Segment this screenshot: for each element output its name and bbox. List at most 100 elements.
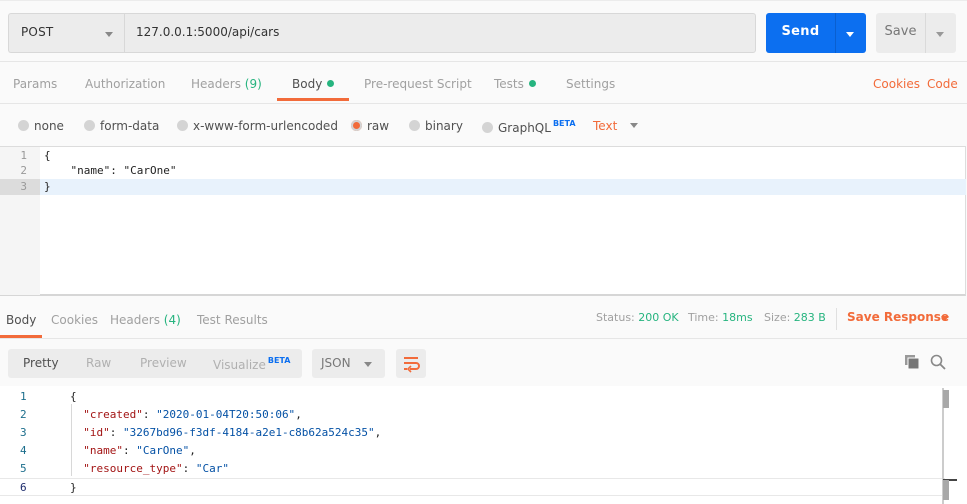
view-label: Visualize	[213, 358, 266, 372]
radio-circle-icon	[18, 120, 29, 131]
tab-body[interactable]: Body	[292, 77, 335, 91]
json-value: "Car"	[195, 462, 229, 475]
raw-format-select[interactable]: Text	[593, 119, 617, 133]
time-readout: Time: 18ms	[688, 311, 753, 324]
punct: ,	[295, 408, 302, 421]
tab-label: Pre-request Script	[364, 77, 472, 91]
code-link[interactable]: Code	[927, 77, 958, 91]
scrollbar-thumb-secondary[interactable]	[943, 480, 949, 500]
url-input[interactable]: 127.0.0.1:5000/api/cars	[124, 13, 756, 53]
divider	[925, 13, 926, 53]
tab-label: Settings	[566, 77, 616, 91]
line-number: 1	[20, 149, 27, 162]
json-key: "name"	[83, 444, 123, 457]
json-key: "id"	[83, 426, 110, 439]
radio-label: form-data	[100, 119, 160, 133]
code-text: "id": "3267bd96-f3df-4184-a2e1-c8b62a524…	[83, 426, 382, 439]
send-button[interactable]: Send	[766, 13, 866, 53]
request-tabs: Params Authorization Headers (9) Body Pr…	[0, 62, 967, 104]
format-label: JSON	[321, 356, 351, 370]
save-label: Save	[884, 24, 917, 39]
radio-graphql[interactable]: GraphQL BETA	[482, 119, 576, 135]
view-pretty[interactable]: Pretty	[23, 356, 59, 370]
code-line: 5 "resource_type": "Car"	[0, 460, 945, 478]
body-type-selector: none form-data x-www-form-urlencoded raw…	[0, 104, 967, 146]
tab-response-cookies[interactable]: Cookies	[51, 313, 98, 327]
size-readout: Size: 283 B	[764, 311, 826, 324]
method-select[interactable]: POST	[8, 13, 125, 53]
divider	[836, 308, 837, 330]
response-format-select[interactable]: JSON	[312, 349, 385, 378]
code-text: "name": "CarOne",	[83, 444, 196, 457]
active-tab-indicator	[277, 98, 349, 101]
chevron-down-icon[interactable]	[630, 123, 638, 128]
radio-x-www-form-urlencoded[interactable]: x-www-form-urlencoded	[177, 119, 338, 133]
json-key: "created"	[83, 408, 143, 421]
chevron-down-icon	[364, 362, 372, 367]
method-label: POST	[21, 25, 54, 39]
tab-label: Authorization	[85, 77, 166, 91]
tab-label: Headers	[191, 77, 241, 91]
scrollbar-thumb[interactable]	[943, 390, 949, 408]
line-number: 3	[20, 426, 27, 439]
wrap-lines-button[interactable]	[396, 349, 426, 378]
tab-settings[interactable]: Settings	[566, 77, 615, 91]
divider	[835, 13, 836, 53]
tab-params[interactable]: Params	[13, 77, 57, 91]
tab-label: Tests	[494, 77, 524, 91]
line-number: 1	[20, 390, 27, 403]
line-number: 4	[20, 444, 27, 457]
code-line: 2 "name": "CarOne"	[0, 163, 966, 179]
code-line: 1 {	[0, 388, 945, 406]
response-body-viewer[interactable]: 1 { 2 "created": "2020-01-04T20:50:06", …	[0, 386, 967, 504]
radio-raw[interactable]: raw	[351, 119, 389, 133]
code-text: "created": "2020-01-04T20:50:06",	[83, 408, 302, 421]
line-number: 6	[20, 481, 27, 494]
code-text: "name": "CarOne"	[44, 164, 177, 177]
save-response-button[interactable]: Save Response	[847, 310, 949, 324]
time-value: 18ms	[722, 311, 753, 324]
response-tabs: Body Cookies Headers (4) Test Results St…	[0, 298, 967, 339]
copy-icon[interactable]	[905, 355, 919, 369]
radio-binary[interactable]: binary	[409, 119, 463, 133]
punct: ,	[189, 444, 196, 457]
save-button[interactable]: Save	[876, 13, 956, 53]
size-value: 283 B	[793, 311, 826, 324]
send-options-chevron-icon[interactable]	[846, 32, 854, 37]
line-number: 3	[0, 179, 40, 195]
tab-test-results[interactable]: Test Results	[197, 313, 268, 327]
request-bar: POST 127.0.0.1:5000/api/cars Send Save	[0, 0, 967, 62]
cookies-link[interactable]: Cookies	[873, 77, 920, 91]
line-number: 2	[20, 164, 27, 177]
radio-circle-icon	[84, 120, 95, 131]
request-body-editor[interactable]: 1 { 2 "name": "CarOne" 3 }	[0, 146, 966, 296]
tab-headers[interactable]: Headers (9)	[191, 77, 262, 91]
tab-response-headers[interactable]: Headers (4)	[110, 313, 181, 327]
tab-response-body[interactable]: Body	[6, 313, 36, 327]
beta-badge: BETA	[552, 119, 576, 128]
view-visualize[interactable]: Visualize BETA	[213, 356, 290, 372]
url-value: 127.0.0.1:5000/api/cars	[136, 25, 280, 39]
code-line: 4 "name": "CarOne",	[0, 442, 945, 460]
code-text: }	[44, 180, 51, 193]
search-icon[interactable]	[930, 354, 946, 370]
status-dot-icon	[528, 80, 536, 87]
view-preview[interactable]: Preview	[140, 356, 187, 370]
json-key: "resource_type"	[83, 462, 183, 475]
status-dot-icon	[327, 80, 335, 87]
radio-label: none	[34, 119, 64, 133]
line-number: 5	[20, 462, 27, 475]
view-raw[interactable]: Raw	[86, 356, 111, 370]
view-mode-segmented: Pretty Raw Preview Visualize BETA	[8, 349, 302, 378]
chevron-down-icon[interactable]	[941, 316, 949, 321]
tab-pre-request-script[interactable]: Pre-request Script	[364, 77, 472, 91]
tab-label: Body	[292, 77, 323, 91]
line-number: 2	[20, 408, 27, 421]
radio-circle-icon	[482, 122, 493, 133]
radio-none[interactable]: none	[18, 119, 64, 133]
tab-tests[interactable]: Tests	[494, 77, 536, 91]
save-options-chevron-icon[interactable]	[936, 32, 944, 37]
radio-form-data[interactable]: form-data	[84, 119, 159, 133]
tab-authorization[interactable]: Authorization	[85, 77, 165, 91]
code-text: }	[70, 481, 77, 494]
